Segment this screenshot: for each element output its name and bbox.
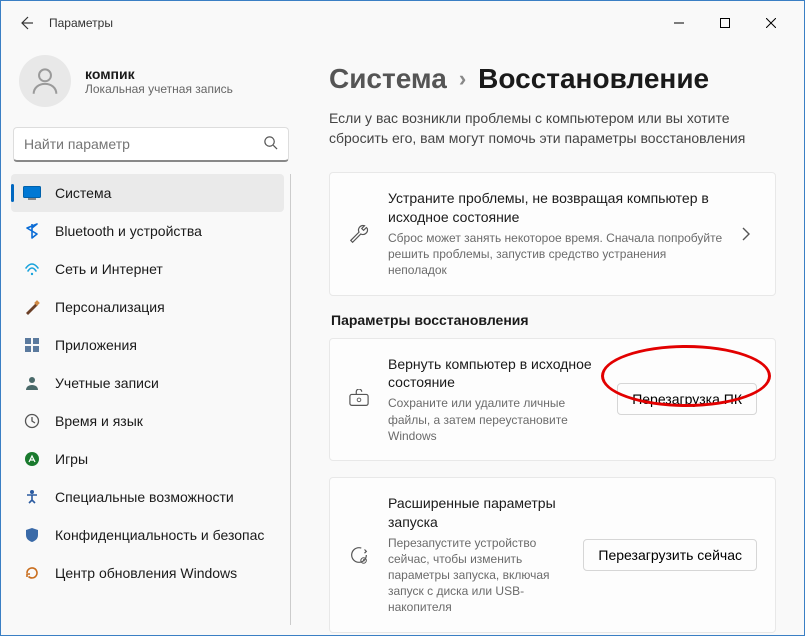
nav-label: Центр обновления Windows [55,565,237,581]
gaming-icon [23,450,41,468]
card-desc: Перезапустите устройство сейчас, чтобы и… [388,535,565,616]
nav-privacy[interactable]: Конфиденциальность и безопасность [11,516,284,554]
nav-accounts[interactable]: Учетные записи [11,364,284,402]
accessibility-icon [23,488,41,506]
nav-accessibility[interactable]: Специальные возможности [11,478,284,516]
maximize-button[interactable] [702,7,748,39]
chevron-right-icon: › [459,66,466,92]
section-header: Параметры восстановления [331,312,776,328]
nav-label: Система [55,185,111,201]
nav-label: Bluetooth и устройства [55,223,202,239]
nav-personalization[interactable]: Персонализация [11,288,284,326]
chevron-right-icon [741,227,757,241]
card-desc: Сброс может занять некоторое время. Снач… [388,230,723,279]
apps-icon [23,336,41,354]
nav-label: Конфиденциальность и безопасность [55,527,265,543]
update-icon [23,564,41,582]
nav-label: Специальные возможности [55,489,234,505]
reset-pc-card: Вернуть компьютер в исходное состояние С… [329,338,776,461]
window-title: Параметры [49,16,113,30]
card-title: Вернуть компьютер в исходное состояние [388,355,599,393]
nav-label: Персонализация [55,299,165,315]
nav-label: Приложения [55,337,137,353]
nav-label: Сеть и Интернет [55,261,163,277]
troubleshoot-card[interactable]: Устраните проблемы, не возвращая компьют… [329,172,776,295]
nav-bluetooth[interactable]: Bluetooth и устройства [11,212,284,250]
search-icon [263,135,278,153]
card-desc: Сохраните или удалите личные файлы, а за… [388,395,599,444]
nav-system[interactable]: Система [11,174,284,212]
nav-label: Игры [55,451,88,467]
minimize-button[interactable] [656,7,702,39]
nav-gaming[interactable]: Игры [11,440,284,478]
profile-sub: Локальная учетная запись [85,82,233,96]
nav-time[interactable]: Время и язык [11,402,284,440]
close-button[interactable] [748,7,794,39]
page-subtitle: Если у вас возникли проблемы с компьютер… [329,109,776,148]
avatar [19,55,71,107]
nav-apps[interactable]: Приложения [11,326,284,364]
breadcrumb-current: Восстановление [478,63,709,95]
accounts-icon [23,374,41,392]
profile-name: компик [85,66,233,82]
restart-now-button[interactable]: Перезагрузить сейчас [583,539,757,571]
restart-icon [348,544,370,566]
card-title: Расширенные параметры запуска [388,494,565,532]
reset-pc-button[interactable]: Перезагрузка ПК [617,383,757,415]
breadcrumb-parent[interactable]: Система [329,63,447,95]
nav-label: Учетные записи [55,375,159,391]
time-icon [23,412,41,430]
personalization-icon [23,298,41,316]
card-title: Устраните проблемы, не возвращая компьют… [388,189,723,227]
bluetooth-icon [23,222,41,240]
wrench-icon [348,223,370,245]
breadcrumb: Система › Восстановление [329,63,776,95]
search-box[interactable] [13,127,289,162]
privacy-icon [23,526,41,544]
network-icon [23,260,41,278]
nav-label: Время и язык [55,413,143,429]
nav-network[interactable]: Сеть и Интернет [11,250,284,288]
reset-icon [348,389,370,409]
search-input[interactable] [24,136,263,152]
profile-block[interactable]: компик Локальная учетная запись [11,45,291,125]
nav-update[interactable]: Центр обновления Windows [11,554,284,592]
system-icon [23,184,41,202]
back-button[interactable] [11,8,41,38]
advanced-startup-card: Расширенные параметры запуска Перезапуст… [329,477,776,633]
